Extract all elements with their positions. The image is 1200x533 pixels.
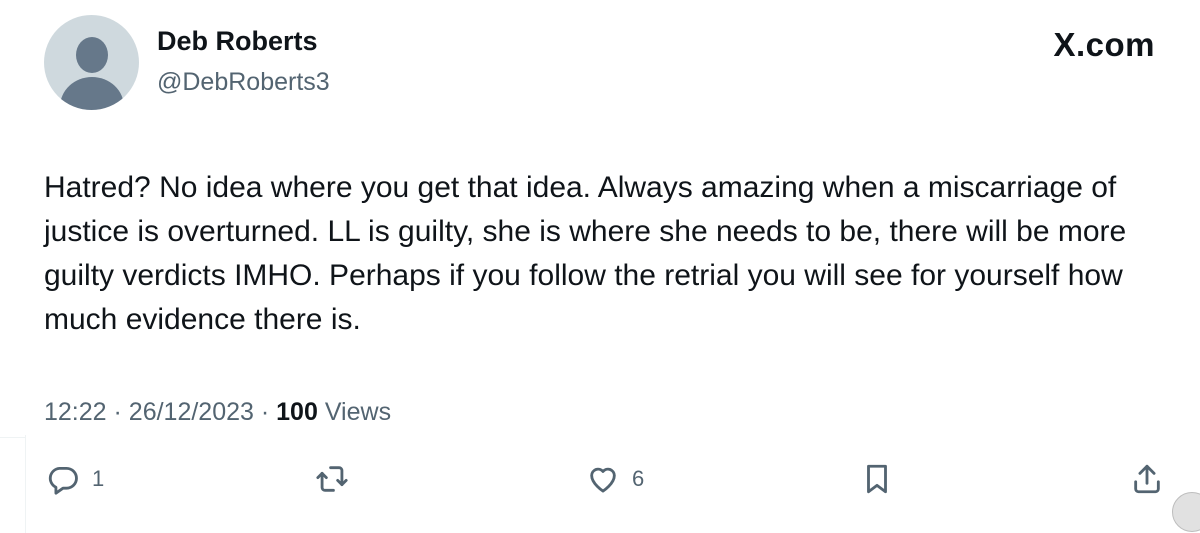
default-avatar-icon [76, 37, 108, 73]
like-count: 6 [632, 466, 645, 491]
meta-separator: · [113, 398, 122, 426]
tweet-date[interactable]: 26/12/2023 [129, 398, 254, 426]
avatar[interactable] [44, 15, 139, 110]
share-icon [1134, 464, 1160, 494]
reply-button[interactable]: 1 [46, 462, 104, 496]
views-label: Views [324, 398, 392, 426]
meta-separator: · [260, 398, 270, 426]
reply-icon [48, 466, 78, 495]
bookmark-icon [867, 464, 887, 494]
tweet-time[interactable]: 12:22 [44, 398, 107, 426]
heart-icon [590, 467, 616, 493]
tweet-meta: 12:22 · 26/12/2023 · 100 Views [44, 398, 391, 427]
retweet-icon [316, 466, 348, 492]
avatar-shoulders [60, 77, 124, 110]
brand-logo: X.com [1053, 26, 1155, 63]
floating-action-button[interactable] [1172, 492, 1200, 532]
bookmark-button[interactable] [860, 462, 894, 496]
user-handle[interactable]: @DebRoberts3 [157, 68, 330, 97]
reply-count: 1 [92, 466, 105, 491]
share-button[interactable] [1130, 462, 1164, 496]
like-button[interactable]: 6 [586, 462, 644, 496]
divider [0, 437, 26, 438]
retweet-button[interactable] [315, 462, 361, 496]
views-count: 100 [276, 398, 318, 426]
action-bar: 1 6 [0, 462, 1200, 507]
tweet-text: Hatred? No idea where you get that idea.… [44, 171, 1127, 336]
display-name[interactable]: Deb Roberts [157, 26, 318, 57]
